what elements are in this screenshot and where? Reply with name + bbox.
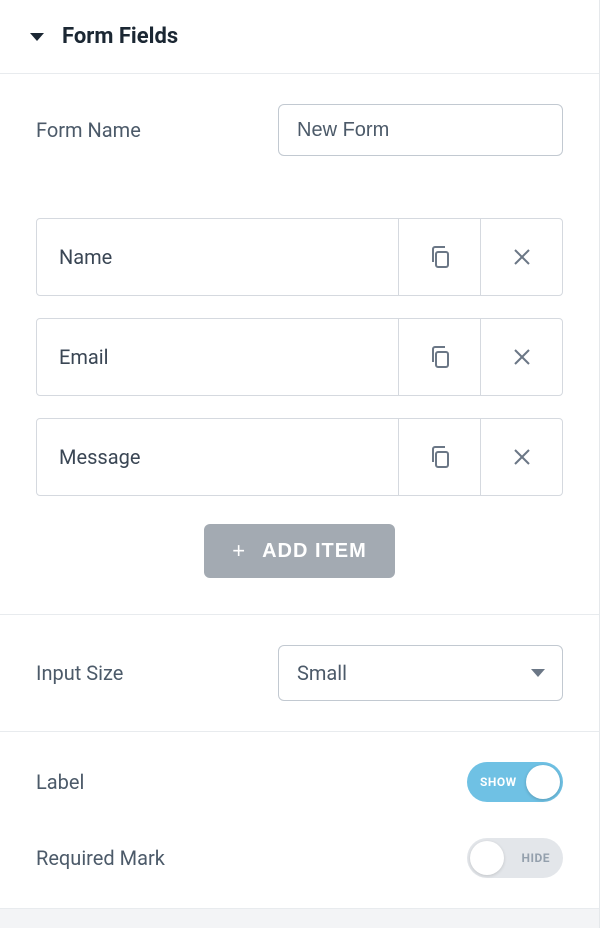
add-item-label: ADD ITEM [262,540,367,563]
toggle-knob [526,765,560,799]
input-size-label: Input Size [36,661,123,685]
field-item[interactable]: Message [36,418,563,496]
section-header[interactable]: Form Fields [0,0,599,74]
duplicate-button[interactable] [398,419,480,495]
close-icon [512,247,532,267]
close-icon [512,447,532,467]
toggle-text: SHOW [480,775,517,789]
field-item-label: Message [37,419,398,495]
required-mark-row: Required Mark HIDE [0,820,599,908]
toggle-text: HIDE [521,851,550,865]
items-list: Name Email [0,186,599,614]
footer-divider [0,908,599,928]
remove-button[interactable] [480,419,562,495]
required-mark-label: Required Mark [36,846,165,870]
duplicate-button[interactable] [398,319,480,395]
form-name-input[interactable] [278,104,563,156]
section-title: Form Fields [62,24,178,49]
label-toggle-label: Label [36,770,84,794]
remove-button[interactable] [480,219,562,295]
plus-icon: + [232,540,246,562]
required-mark-toggle[interactable]: HIDE [467,838,563,878]
close-icon [512,347,532,367]
field-item-label: Email [37,319,398,395]
remove-button[interactable] [480,319,562,395]
form-name-row: Form Name [0,74,599,186]
chevron-down-icon [30,33,44,41]
field-item-label: Name [37,219,398,295]
field-item[interactable]: Name [36,218,563,296]
input-size-select[interactable]: Small [278,645,563,701]
input-size-value: Small [297,661,347,685]
add-item-button[interactable]: + ADD ITEM [204,524,395,578]
copy-icon [429,445,451,469]
label-row: Label SHOW [0,731,599,820]
input-size-row: Input Size Small [0,614,599,731]
copy-icon [429,345,451,369]
toggle-knob [470,841,504,875]
duplicate-button[interactable] [398,219,480,295]
field-item[interactable]: Email [36,318,563,396]
copy-icon [429,245,451,269]
form-name-label: Form Name [36,118,141,142]
label-toggle[interactable]: SHOW [467,762,563,802]
